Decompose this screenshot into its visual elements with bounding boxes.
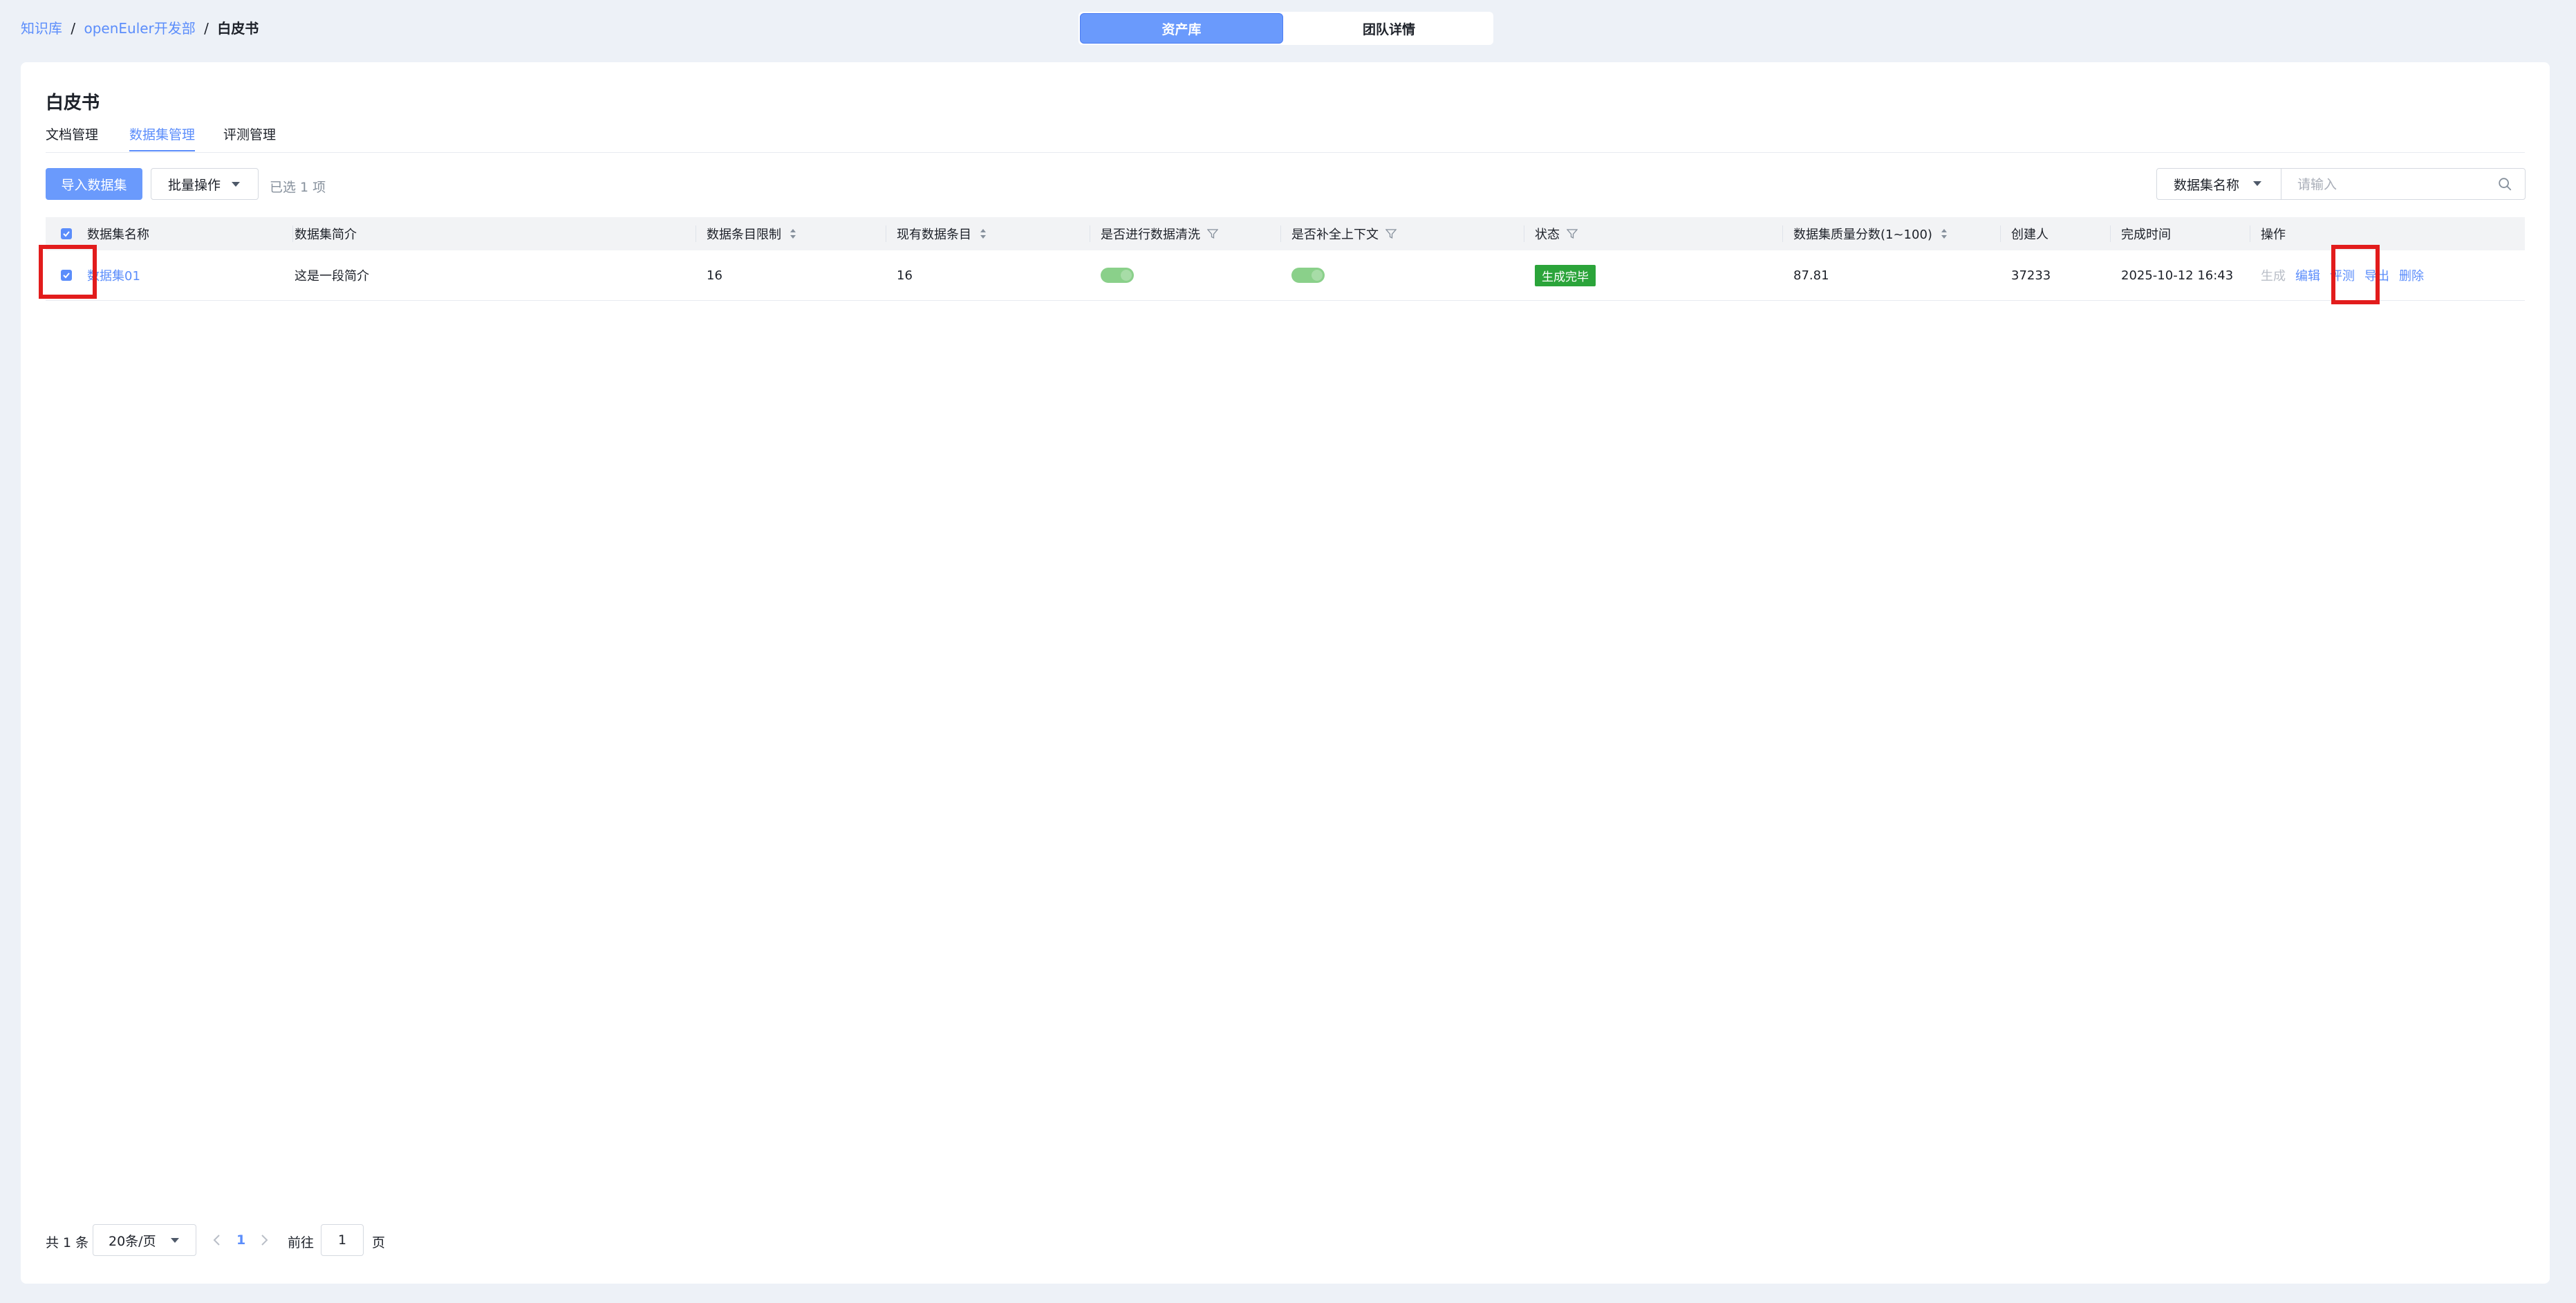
- sort-icon[interactable]: [980, 228, 987, 239]
- highlight-box-checkbox: [39, 245, 97, 299]
- dataset-limit: 16: [707, 268, 722, 283]
- search-icon[interactable]: [2497, 176, 2512, 192]
- page-size-label: 20条/页: [109, 1233, 156, 1249]
- breadcrumb-knowledge-base[interactable]: 知识库: [21, 20, 62, 37]
- chevron-down-icon: [2253, 181, 2261, 186]
- chevron-down-icon: [171, 1238, 179, 1243]
- batch-operation-label: 批量操作: [168, 177, 221, 193]
- header-context-label: 是否补全上下文: [1291, 228, 1379, 242]
- table-row: 数据集01 这是一段简介 16 16 生成完毕 87.81 37233 2025…: [46, 250, 2525, 301]
- tab-dataset-management[interactable]: 数据集管理: [129, 124, 196, 151]
- search-field-label: 数据集名称: [2174, 177, 2240, 193]
- column-separator: [2000, 225, 2001, 242]
- filter-icon[interactable]: [1207, 228, 1218, 239]
- asset-library-tab[interactable]: 资产库: [1080, 13, 1283, 44]
- header-count[interactable]: 现有数据条目: [897, 217, 987, 250]
- goto-label: 前往: [288, 1235, 315, 1250]
- highlight-box-evaluate: [2331, 245, 2380, 304]
- header-score[interactable]: 数据集质量分数(1~100): [1793, 217, 1948, 250]
- header-clean-label: 是否进行数据清洗: [1101, 228, 1200, 242]
- breadcrumb-separator: /: [71, 20, 76, 37]
- clean-toggle[interactable]: [1101, 250, 1134, 300]
- dataset-creator: 37233: [2011, 268, 2051, 283]
- column-separator: [292, 225, 293, 242]
- batch-operation-dropdown[interactable]: 批量操作: [151, 168, 259, 200]
- view-switcher: 资产库 团队详情: [1079, 12, 1493, 45]
- chevron-down-icon: [232, 182, 240, 187]
- header-intro: 数据集简介: [295, 228, 357, 242]
- header-status[interactable]: 状态: [1535, 217, 1578, 250]
- header-context[interactable]: 是否补全上下文: [1291, 217, 1397, 250]
- context-toggle[interactable]: [1291, 250, 1325, 300]
- column-separator: [2110, 225, 2111, 242]
- delete-button[interactable]: 删除: [2399, 266, 2424, 284]
- header-ops: 操作: [2261, 228, 2286, 242]
- page-title: 白皮书: [46, 93, 100, 113]
- search-input[interactable]: [2282, 169, 2506, 201]
- search-box: 数据集名称: [2156, 168, 2526, 201]
- selected-count: 已选 1 项: [270, 180, 326, 195]
- header-score-label: 数据集质量分数(1~100): [1793, 228, 1932, 242]
- top-bar: 知识库 / openEuler开发部 / 白皮书 资产库 团队详情: [0, 0, 2576, 58]
- table-header: 数据集名称 数据集简介 数据条目限制 现有数据条目 是否进行数据清洗 是否补全上…: [46, 217, 2525, 250]
- status-cell: 生成完毕: [1535, 250, 1596, 300]
- filter-icon[interactable]: [1385, 228, 1397, 239]
- header-limit[interactable]: 数据条目限制: [707, 217, 796, 250]
- dataset-time: 2025-10-12 16:43: [2121, 268, 2234, 283]
- header-limit-label: 数据条目限制: [707, 228, 781, 242]
- total-count: 共 1 条: [46, 1235, 89, 1250]
- tab-evaluation-management[interactable]: 评测管理: [223, 124, 276, 150]
- page-suffix: 页: [372, 1235, 386, 1250]
- header-count-label: 现有数据条目: [897, 228, 971, 242]
- team-details-tab[interactable]: 团队详情: [1287, 13, 1491, 44]
- goto-page-input[interactable]: 1: [321, 1224, 364, 1256]
- chevron-right-icon[interactable]: [257, 1233, 271, 1247]
- header-time: 完成时间: [2121, 228, 2171, 242]
- status-badge: 生成完毕: [1535, 264, 1596, 286]
- breadcrumb-current: 白皮书: [217, 20, 259, 37]
- dataset-count: 16: [897, 268, 913, 283]
- edit-button[interactable]: 编辑: [2295, 266, 2320, 284]
- column-separator: [1782, 225, 1783, 242]
- breadcrumb-team[interactable]: openEuler开发部: [84, 20, 195, 37]
- page-number-current[interactable]: 1: [236, 1232, 245, 1248]
- breadcrumb: 知识库 / openEuler开发部 / 白皮书: [21, 19, 259, 37]
- header-clean[interactable]: 是否进行数据清洗: [1101, 217, 1218, 250]
- generate-button[interactable]: 生成: [2261, 266, 2286, 284]
- sort-icon[interactable]: [1941, 228, 1948, 239]
- tab-document-management[interactable]: 文档管理: [46, 124, 98, 150]
- header-status-label: 状态: [1535, 228, 1560, 242]
- header-creator: 创建人: [2011, 228, 2048, 242]
- dataset-score: 87.81: [1793, 268, 1829, 283]
- main-card: 白皮书 文档管理 数据集管理 评测管理 导入数据集 批量操作 已选 1 项 数据…: [21, 62, 2550, 1284]
- search-field-select[interactable]: 数据集名称: [2157, 169, 2281, 199]
- sort-icon[interactable]: [790, 228, 796, 239]
- tab-divider: [46, 152, 2525, 153]
- import-dataset-button[interactable]: 导入数据集: [46, 168, 142, 200]
- filter-icon[interactable]: [1567, 228, 1578, 239]
- chevron-left-icon[interactable]: [210, 1233, 224, 1247]
- breadcrumb-separator: /: [204, 20, 209, 37]
- column-separator: [1280, 225, 1281, 242]
- dataset-intro: 这是一段简介: [295, 269, 369, 284]
- pagination: 共 1 条 20条/页 1 前往 1 页: [46, 1224, 599, 1257]
- page-size-select[interactable]: 20条/页: [93, 1224, 196, 1256]
